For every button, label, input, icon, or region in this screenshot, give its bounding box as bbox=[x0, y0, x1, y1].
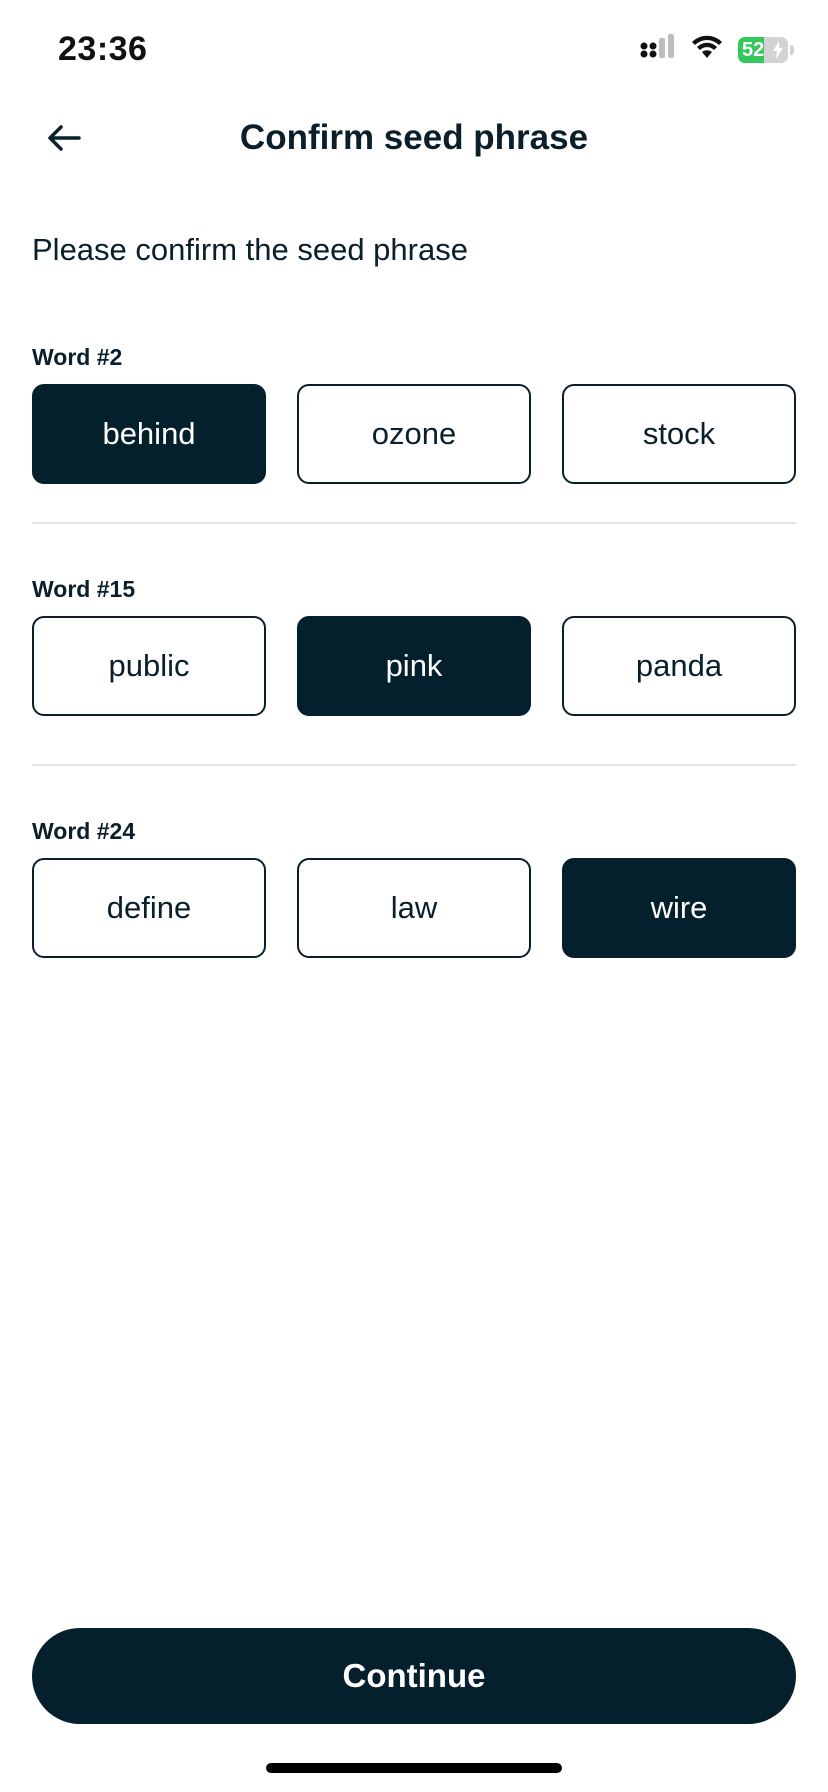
word-option[interactable]: ozone bbox=[297, 384, 531, 484]
word-option[interactable]: wire bbox=[562, 858, 796, 958]
status-bar: 23:36 52 bbox=[0, 0, 828, 100]
continue-button[interactable]: Continue bbox=[32, 1628, 796, 1724]
wifi-icon bbox=[690, 34, 724, 65]
word-label: Word #24 bbox=[32, 818, 136, 844]
word-label: Word #15 bbox=[32, 576, 136, 602]
word-options: public pink panda bbox=[32, 616, 796, 716]
charging-bolt-icon bbox=[773, 40, 783, 59]
cellular-signal-icon bbox=[640, 34, 676, 65]
divider bbox=[32, 764, 796, 766]
word-option[interactable]: panda bbox=[562, 616, 796, 716]
word-option[interactable]: stock bbox=[562, 384, 796, 484]
word-group-15: Word #15 public pink panda bbox=[32, 572, 796, 716]
word-option[interactable]: behind bbox=[32, 384, 266, 484]
word-options: define law wire bbox=[32, 858, 796, 958]
instructions-text: Please confirm the seed phrase bbox=[32, 232, 468, 267]
battery: 52 bbox=[738, 36, 788, 63]
battery-nub bbox=[790, 44, 794, 55]
word-group-2: Word #2 behind ozone stock bbox=[32, 340, 796, 484]
home-indicator[interactable] bbox=[266, 1763, 562, 1773]
battery-charging-icon: 52 bbox=[738, 36, 794, 63]
page-title: Confirm seed phrase bbox=[239, 118, 589, 157]
word-label: Word #2 bbox=[32, 344, 123, 370]
word-option[interactable]: pink bbox=[297, 616, 531, 716]
word-options: behind ozone stock bbox=[32, 384, 796, 484]
word-group-24: Word #24 define law wire bbox=[32, 814, 796, 958]
word-option[interactable]: public bbox=[32, 616, 266, 716]
word-option[interactable]: law bbox=[297, 858, 531, 958]
word-option[interactable]: define bbox=[32, 858, 266, 958]
divider bbox=[32, 522, 796, 524]
header: Confirm seed phrase bbox=[0, 96, 828, 184]
status-time: 23:36 bbox=[58, 30, 148, 68]
status-icons: 52 bbox=[640, 34, 794, 65]
